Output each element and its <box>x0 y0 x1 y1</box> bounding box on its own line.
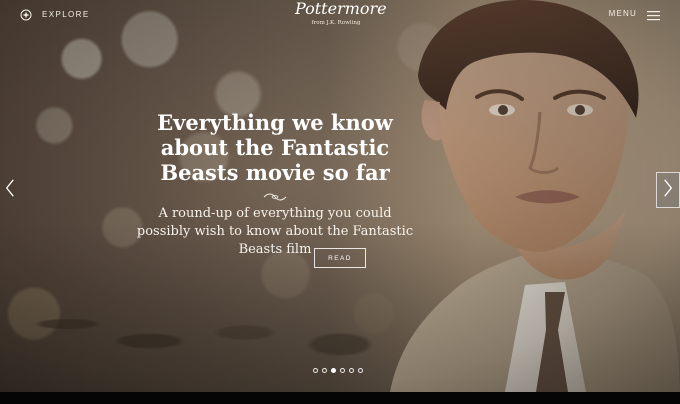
hero-carousel: EXPLORE Pottermore from J.K. Rowling MEN… <box>0 0 680 392</box>
hero-subtitle: A round-up of everything you could possi… <box>136 206 414 257</box>
previous-slide-button[interactable] <box>0 174 20 206</box>
brand-logo: Pottermore <box>295 0 387 18</box>
carousel-dot[interactable] <box>349 368 354 373</box>
menu-label: MENU <box>608 9 637 18</box>
hero-content: Everything we know about the Fantastic B… <box>130 110 420 259</box>
chevron-left-icon <box>5 178 15 202</box>
carousel-dot-active[interactable] <box>331 368 336 373</box>
read-button[interactable]: READ <box>314 248 366 268</box>
brand-tagline: from J.K. Rowling <box>311 20 361 26</box>
menu-button[interactable]: MENU <box>608 8 660 21</box>
ornament-icon <box>262 189 288 201</box>
carousel-dot[interactable] <box>322 368 327 373</box>
carousel-dot[interactable] <box>313 368 318 373</box>
page-bottom-strip <box>0 392 680 404</box>
top-navigation-bar: EXPLORE Pottermore from J.K. Rowling MEN… <box>0 0 680 34</box>
next-slide-button[interactable] <box>656 172 680 208</box>
hero-title: Everything we know about the Fantastic B… <box>157 110 393 185</box>
compass-icon <box>20 8 32 21</box>
hamburger-icon <box>647 8 660 21</box>
hero-portrait-image <box>390 0 680 392</box>
explore-label: EXPLORE <box>42 9 90 19</box>
brand-logo-link[interactable]: Pottermore from J.K. Rowling <box>295 0 387 26</box>
carousel-pagination <box>313 368 363 373</box>
chevron-right-icon <box>663 178 673 202</box>
carousel-dot[interactable] <box>358 368 363 373</box>
carousel-dot[interactable] <box>340 368 345 373</box>
explore-button[interactable]: EXPLORE <box>20 8 90 21</box>
